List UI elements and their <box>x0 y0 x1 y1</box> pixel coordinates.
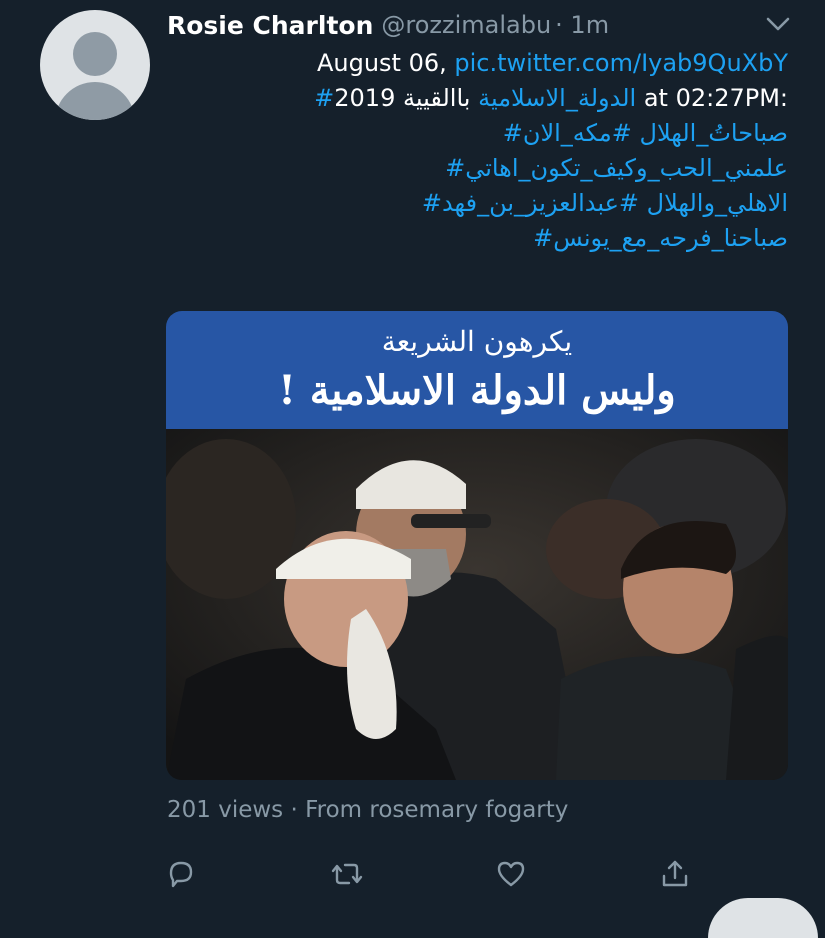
tweet-date: August 06, <box>316 49 447 77</box>
video-source[interactable]: · From rosemary fogarty <box>290 797 568 823</box>
tweet-meta: 201 views · From rosemary fogarty <box>167 797 568 823</box>
avatar[interactable] <box>40 10 150 120</box>
user-handle[interactable]: @rozzimalabu <box>381 11 551 39</box>
video-frame-image <box>166 429 788 780</box>
tweet-text: August 06, pic.twitter.com/Iyab9QuXbY #ا… <box>168 46 788 256</box>
tweet-media-video[interactable]: يكرهون الشريعة وليس الدولة الاسلامية ! <box>166 311 788 780</box>
next-avatar-partial <box>708 898 818 938</box>
tweet-time[interactable]: · 1m <box>555 11 609 39</box>
tweet-media-link[interactable]: pic.twitter.com/Iyab9QuXbY <box>454 49 788 77</box>
banner-line-1: يكرهون الشريعة <box>381 325 573 358</box>
hashtag-line-5[interactable]: #الاهلي_والهلال #عبدالعزيز_بن_فهد <box>168 186 788 221</box>
retweet-icon[interactable] <box>329 856 365 892</box>
chevron-down-icon[interactable] <box>765 14 791 34</box>
avatar-head-shape <box>73 32 117 76</box>
tweet-action-bar <box>0 850 825 900</box>
hashtag-line-4[interactable]: #علمني_الحب_وكيف_تكون_اهاتي <box>168 151 788 186</box>
video-banner: يكرهون الشريعة وليس الدولة الاسلامية ! <box>166 311 788 429</box>
user-name[interactable]: Rosie Charlton <box>167 11 373 40</box>
hashtag-line-3[interactable]: #صباحاتُ_الهلال #مكه_الان <box>168 116 788 151</box>
hashtag-line-6[interactable]: #صباحنا_فرحه_مع_يونس <box>168 221 788 256</box>
banner-line-2: وليس الدولة الاسلامية ! <box>278 367 676 414</box>
avatar-shoulders-shape <box>55 82 135 120</box>
share-icon[interactable] <box>657 856 693 892</box>
like-icon[interactable] <box>493 856 529 892</box>
tweet-line-2: #الدولة_الاسلامية باالقيية 2019 at 02:27… <box>168 81 788 116</box>
reply-icon[interactable] <box>163 856 199 892</box>
view-count: 201 views <box>167 797 284 823</box>
tweet-line-1: August 06, pic.twitter.com/Iyab9QuXbY <box>168 46 788 81</box>
tweet-header: Rosie Charlton @rozzimalabu · 1m <box>167 8 787 42</box>
